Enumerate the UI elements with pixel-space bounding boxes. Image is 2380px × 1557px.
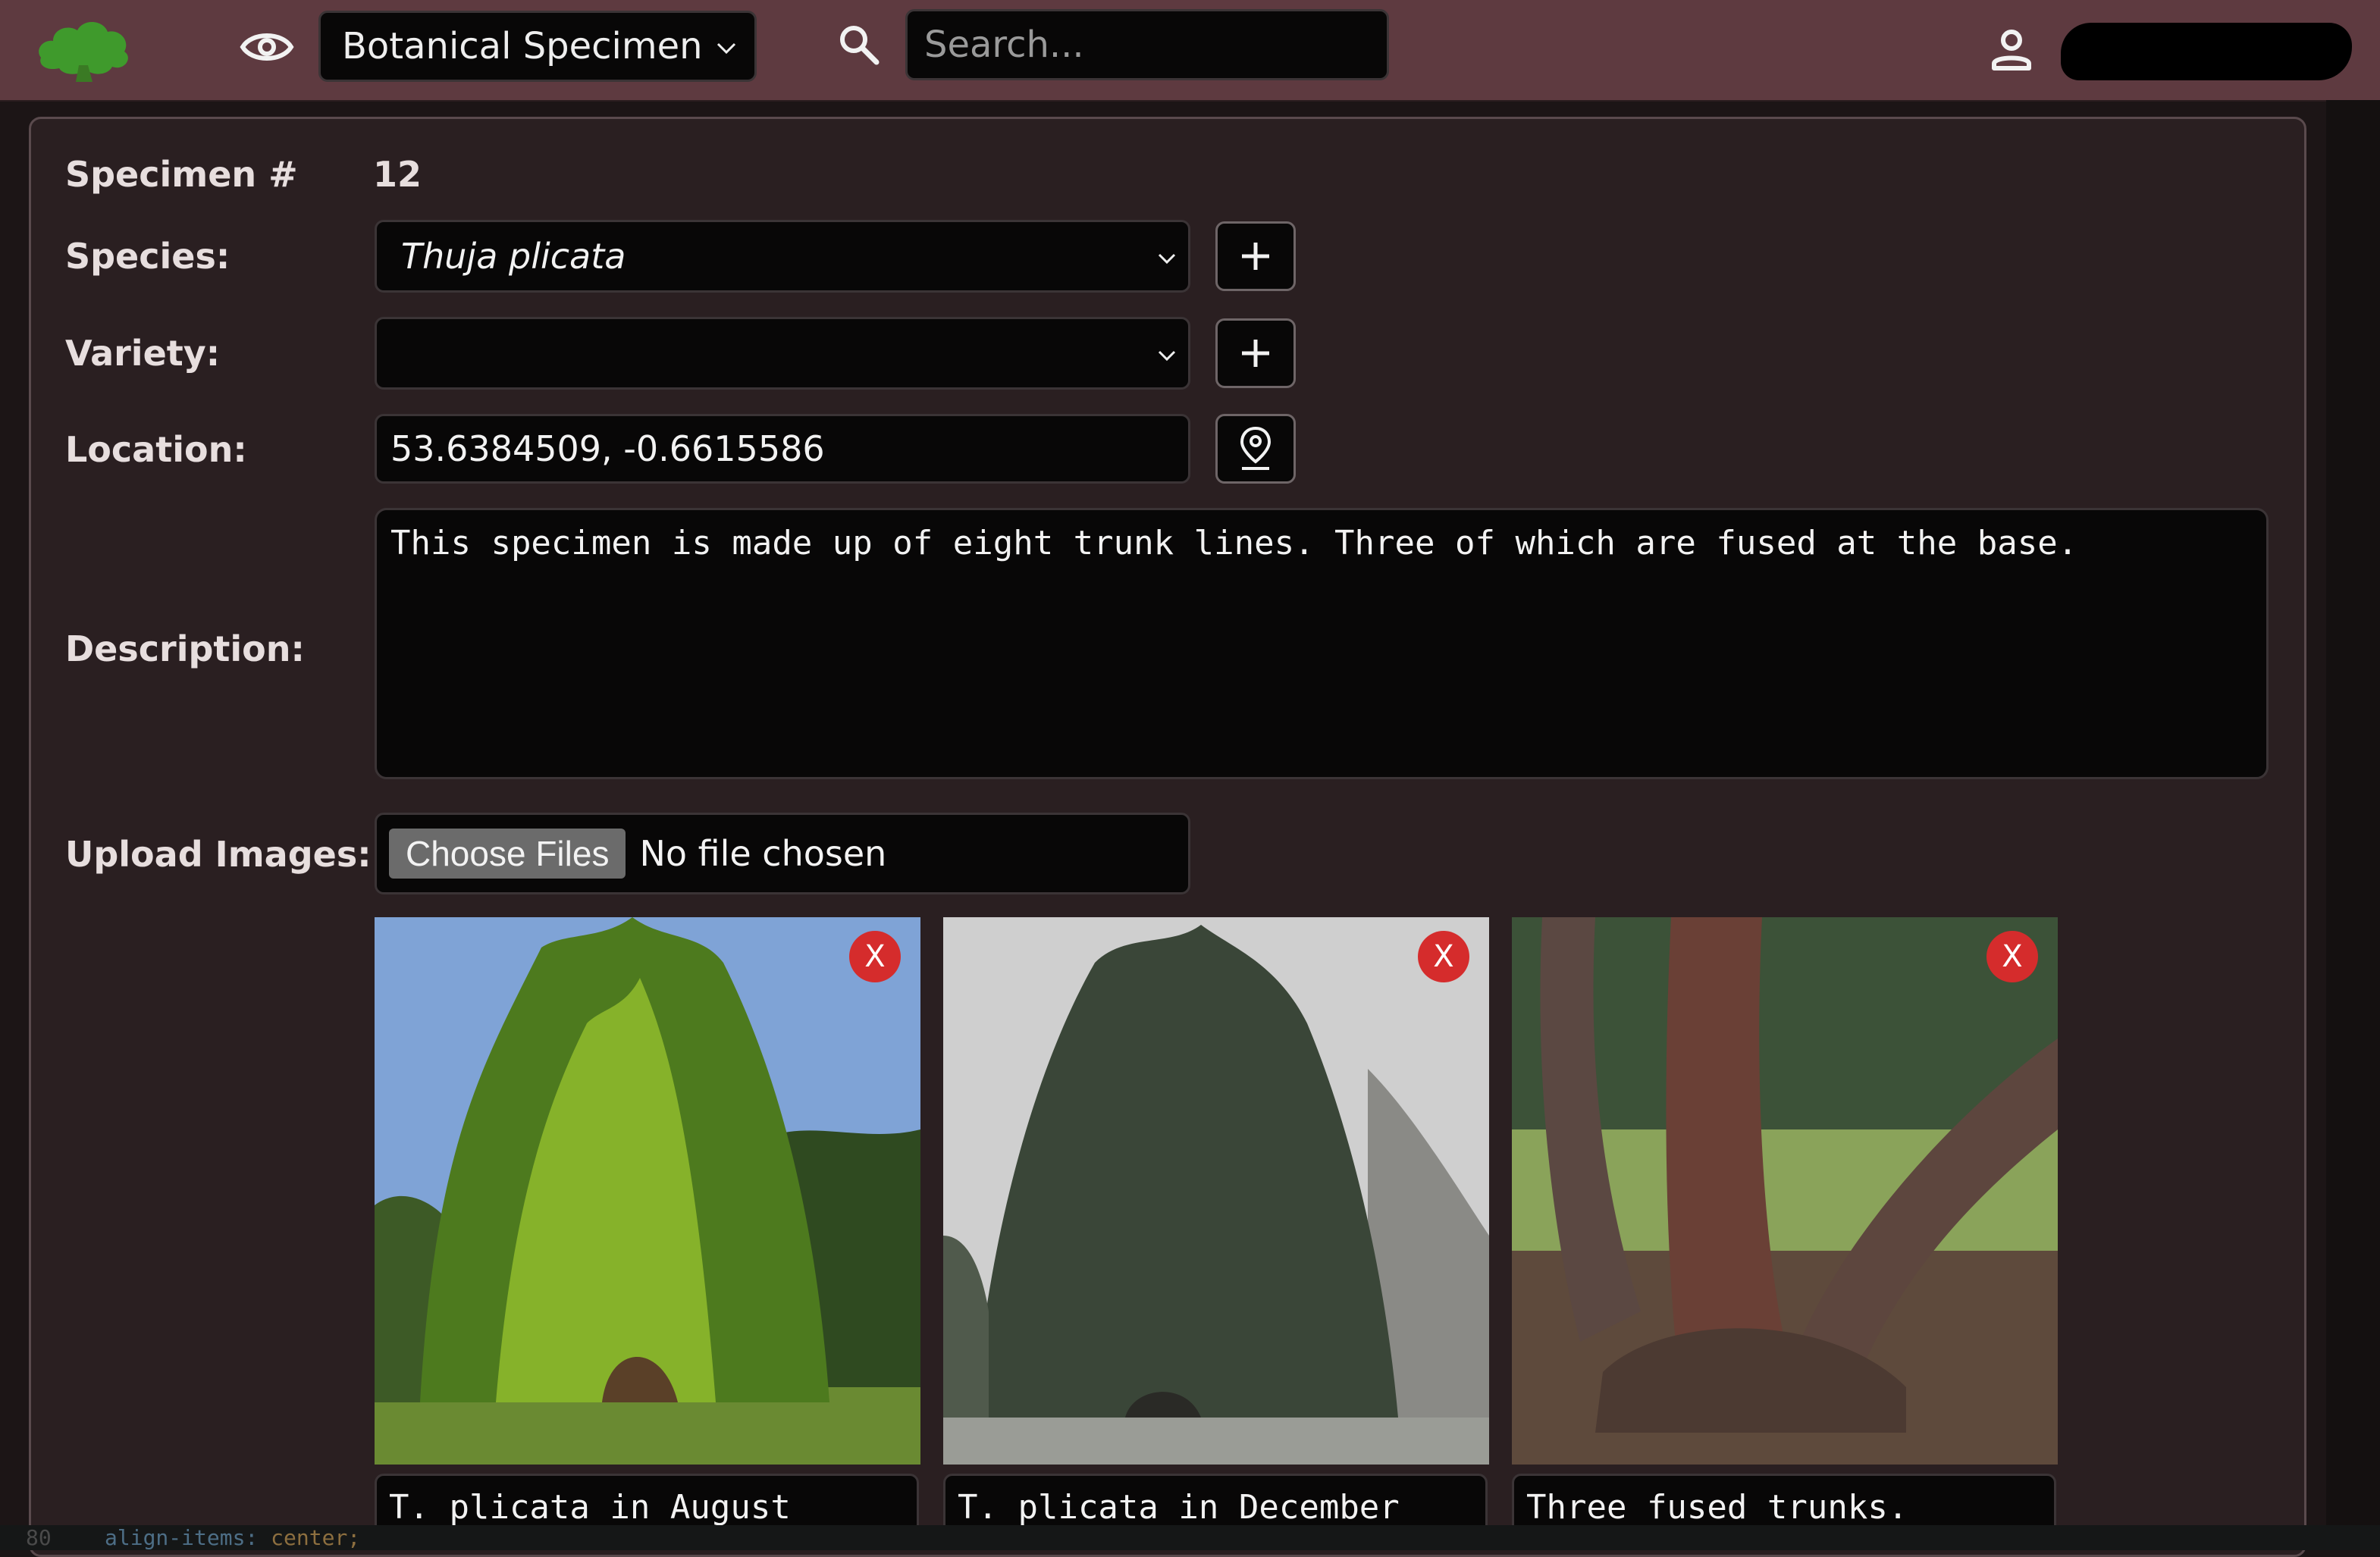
chevron-down-icon bbox=[717, 42, 736, 55]
view-mode-select[interactable]: Botanical Specimen bbox=[318, 11, 757, 82]
user-icon[interactable] bbox=[1990, 27, 2034, 71]
variety-label: Variety: bbox=[65, 333, 221, 374]
css-value: center; bbox=[271, 1525, 361, 1550]
specimen-image-august: X bbox=[375, 917, 920, 1465]
pick-location-button[interactable] bbox=[1215, 414, 1296, 484]
specimen-image-fused-trunks: X bbox=[1512, 917, 2058, 1465]
add-species-button[interactable] bbox=[1215, 221, 1296, 291]
description-label: Description: bbox=[65, 628, 305, 669]
add-variety-button[interactable] bbox=[1215, 318, 1296, 388]
chevron-down-icon bbox=[1158, 350, 1176, 362]
upload-images-label: Upload Images: bbox=[65, 834, 372, 875]
delete-image-button[interactable]: X bbox=[849, 931, 901, 982]
no-file-chosen-text: No file chosen bbox=[639, 833, 887, 874]
variety-select[interactable] bbox=[375, 317, 1190, 390]
delete-image-button[interactable]: X bbox=[1986, 931, 2038, 982]
css-property: align-items: bbox=[105, 1525, 259, 1550]
search-input[interactable] bbox=[905, 9, 1389, 80]
species-label: Species: bbox=[65, 236, 230, 277]
specimen-number-label: Specimen # bbox=[65, 154, 298, 195]
plus-icon bbox=[1242, 340, 1269, 367]
redacted-user-name bbox=[2061, 23, 2352, 80]
specimen-image-december: X bbox=[943, 917, 1489, 1465]
code-editor-strip: 80 align-items: center; bbox=[0, 1525, 2380, 1550]
choose-files-button[interactable]: Choose Files bbox=[389, 829, 626, 879]
top-navigation-bar: Botanical Specimen bbox=[0, 0, 2380, 102]
location-value: 53.6384509, -0.6615586 bbox=[390, 428, 825, 469]
specimen-number-value: 12 bbox=[373, 154, 422, 195]
eye-icon[interactable] bbox=[240, 26, 294, 68]
chevron-down-icon bbox=[1158, 253, 1176, 265]
species-value: Thuja plicata bbox=[401, 236, 626, 277]
description-textarea[interactable]: This specimen is made up of eight trunk … bbox=[375, 508, 2269, 779]
search-icon[interactable] bbox=[836, 21, 881, 67]
scrollbar-track[interactable] bbox=[2326, 100, 2380, 1525]
file-upload-input[interactable]: Choose Files No file chosen bbox=[375, 813, 1190, 894]
plus-icon bbox=[1242, 243, 1269, 270]
code-line: align-items: center; bbox=[105, 1525, 360, 1550]
tree-logo-icon[interactable] bbox=[33, 11, 133, 83]
line-number: 80 bbox=[26, 1525, 52, 1550]
location-input[interactable]: 53.6384509, -0.6615586 bbox=[375, 414, 1190, 484]
view-mode-value: Botanical Specimen bbox=[342, 25, 703, 67]
species-select[interactable]: Thuja plicata bbox=[375, 220, 1190, 293]
delete-image-button[interactable]: X bbox=[1418, 931, 1469, 982]
map-pin-icon bbox=[1240, 426, 1272, 470]
location-label: Location: bbox=[65, 429, 247, 470]
